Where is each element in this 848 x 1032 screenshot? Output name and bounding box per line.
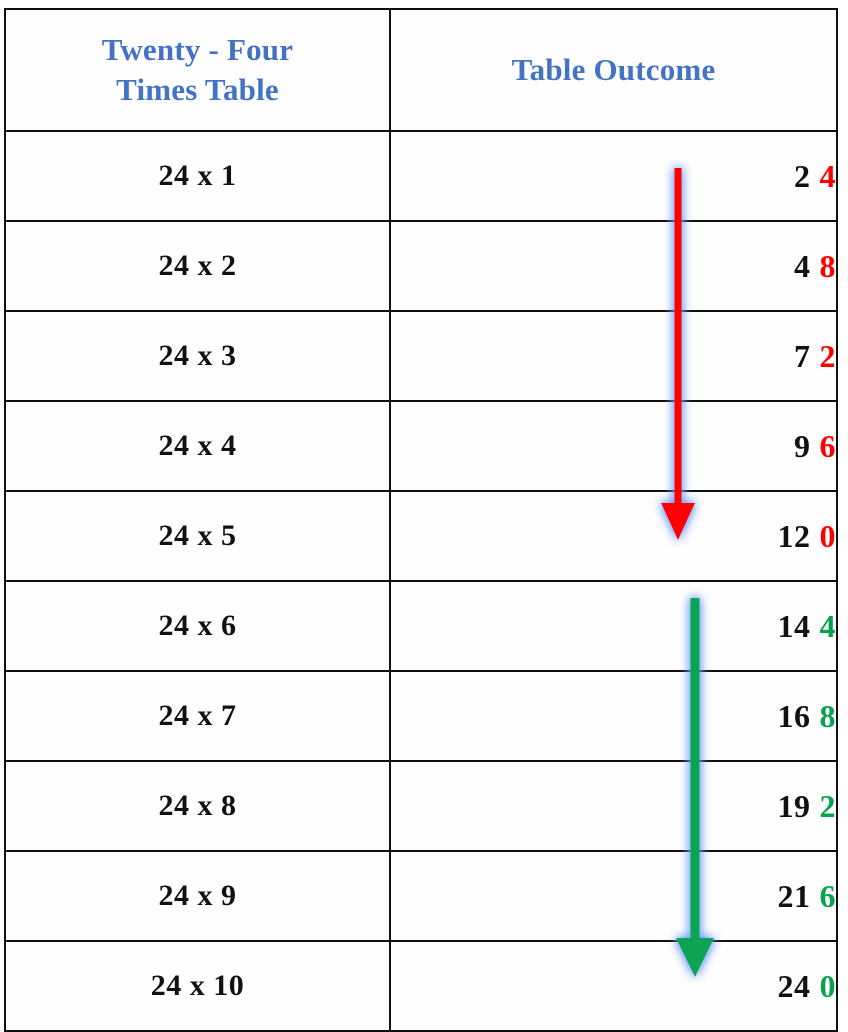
expression-cell: 24 x 9: [4, 850, 391, 942]
table-row: 24 x 9 21 6: [4, 850, 838, 942]
expression-cell: 24 x 6: [4, 580, 391, 672]
outcome-cell: 72: [389, 310, 838, 402]
outcome-unit-digit: 6: [819, 877, 836, 914]
outcome-unit-digit: 2: [819, 787, 836, 824]
table-row: 24 x 5 12 0: [4, 490, 838, 582]
outcome-leading-digits: 21: [777, 877, 811, 914]
expression-cell: 24 x 4: [4, 400, 391, 492]
table-body: 24 x 1 2 4 24 x 2 4 8 24 x 3 7 2 24 x 4 9 6 24 x 5 12…: [4, 130, 838, 1032]
expression-cell: 24 x 7: [4, 670, 391, 762]
twenty-four-times-table: Twenty - Four Times Table Table Outcome …: [4, 8, 838, 1032]
outcome-leading-digits: 24: [777, 967, 811, 1004]
outcome-cell: 12 0: [389, 490, 838, 582]
header-left-line2: Times Table: [116, 72, 279, 107]
expression-cell: 24 x 8: [4, 760, 391, 852]
table-header: Twenty - Four Times Table Table Outcome: [4, 8, 838, 132]
outcome-unit-digit: 4: [819, 157, 836, 194]
outcome-unit-digit: 6: [819, 427, 836, 464]
outcome-leading-digits: 19: [777, 787, 811, 824]
header-right-title: Table Outcome: [389, 8, 838, 132]
table-row: 24 x 6 14 4: [4, 580, 838, 672]
outcome-cell: 14 4: [389, 580, 838, 672]
table-row: 24 x 124: [4, 130, 838, 222]
outcome-cell: 24: [389, 130, 838, 222]
outcome-unit-digit: 8: [819, 247, 836, 284]
outcome-leading-digits: 4: [794, 247, 811, 284]
header-row: Twenty - Four Times Table Table Outcome: [4, 8, 838, 132]
outcome-cell: 48: [389, 220, 838, 312]
table-row: 24 x 7 16 8: [4, 670, 838, 762]
outcome-cell: 21 6: [389, 850, 838, 942]
outcome-unit-digit: 0: [819, 517, 836, 554]
table-row: 24 x 10 24 0: [4, 940, 838, 1032]
outcome-cell: 16 8: [389, 670, 838, 762]
outcome-leading-digits: 12: [777, 517, 811, 554]
expression-cell: 24 x 1: [4, 130, 391, 222]
table-row: 24 x 8 19 2: [4, 760, 838, 852]
outcome-cell: 24 0: [389, 940, 838, 1032]
outcome-unit-digit: 4: [819, 607, 836, 644]
header-left-title: Twenty - Four Times Table: [4, 8, 391, 132]
expression-cell: 24 x 5: [4, 490, 391, 582]
outcome-leading-digits: 2: [794, 157, 811, 194]
outcome-leading-digits: 16: [777, 697, 811, 734]
outcome-cell: 19 2: [389, 760, 838, 852]
outcome-cell: 96: [389, 400, 838, 492]
outcome-leading-digits: 9: [794, 427, 811, 464]
times-table-page: Twenty - Four Times Table Table Outcome …: [0, 0, 848, 1032]
outcome-leading-digits: 14: [777, 607, 811, 644]
outcome-unit-digit: 2: [819, 337, 836, 374]
header-left-line1: Twenty - Four: [101, 32, 294, 68]
expression-cell: 24 x 2: [4, 220, 391, 312]
outcome-unit-digit: 8: [819, 697, 836, 734]
table-row: 24 x 496: [4, 400, 838, 492]
outcome-unit-digit: 0: [819, 967, 836, 1004]
table-row: 24 x 372: [4, 310, 838, 402]
header-right-label: Table Outcome: [511, 52, 716, 88]
outcome-leading-digits: 7: [794, 337, 811, 374]
expression-cell: 24 x 10: [4, 940, 391, 1032]
expression-cell: 24 x 3: [4, 310, 391, 402]
table-row: 24 x 248: [4, 220, 838, 312]
